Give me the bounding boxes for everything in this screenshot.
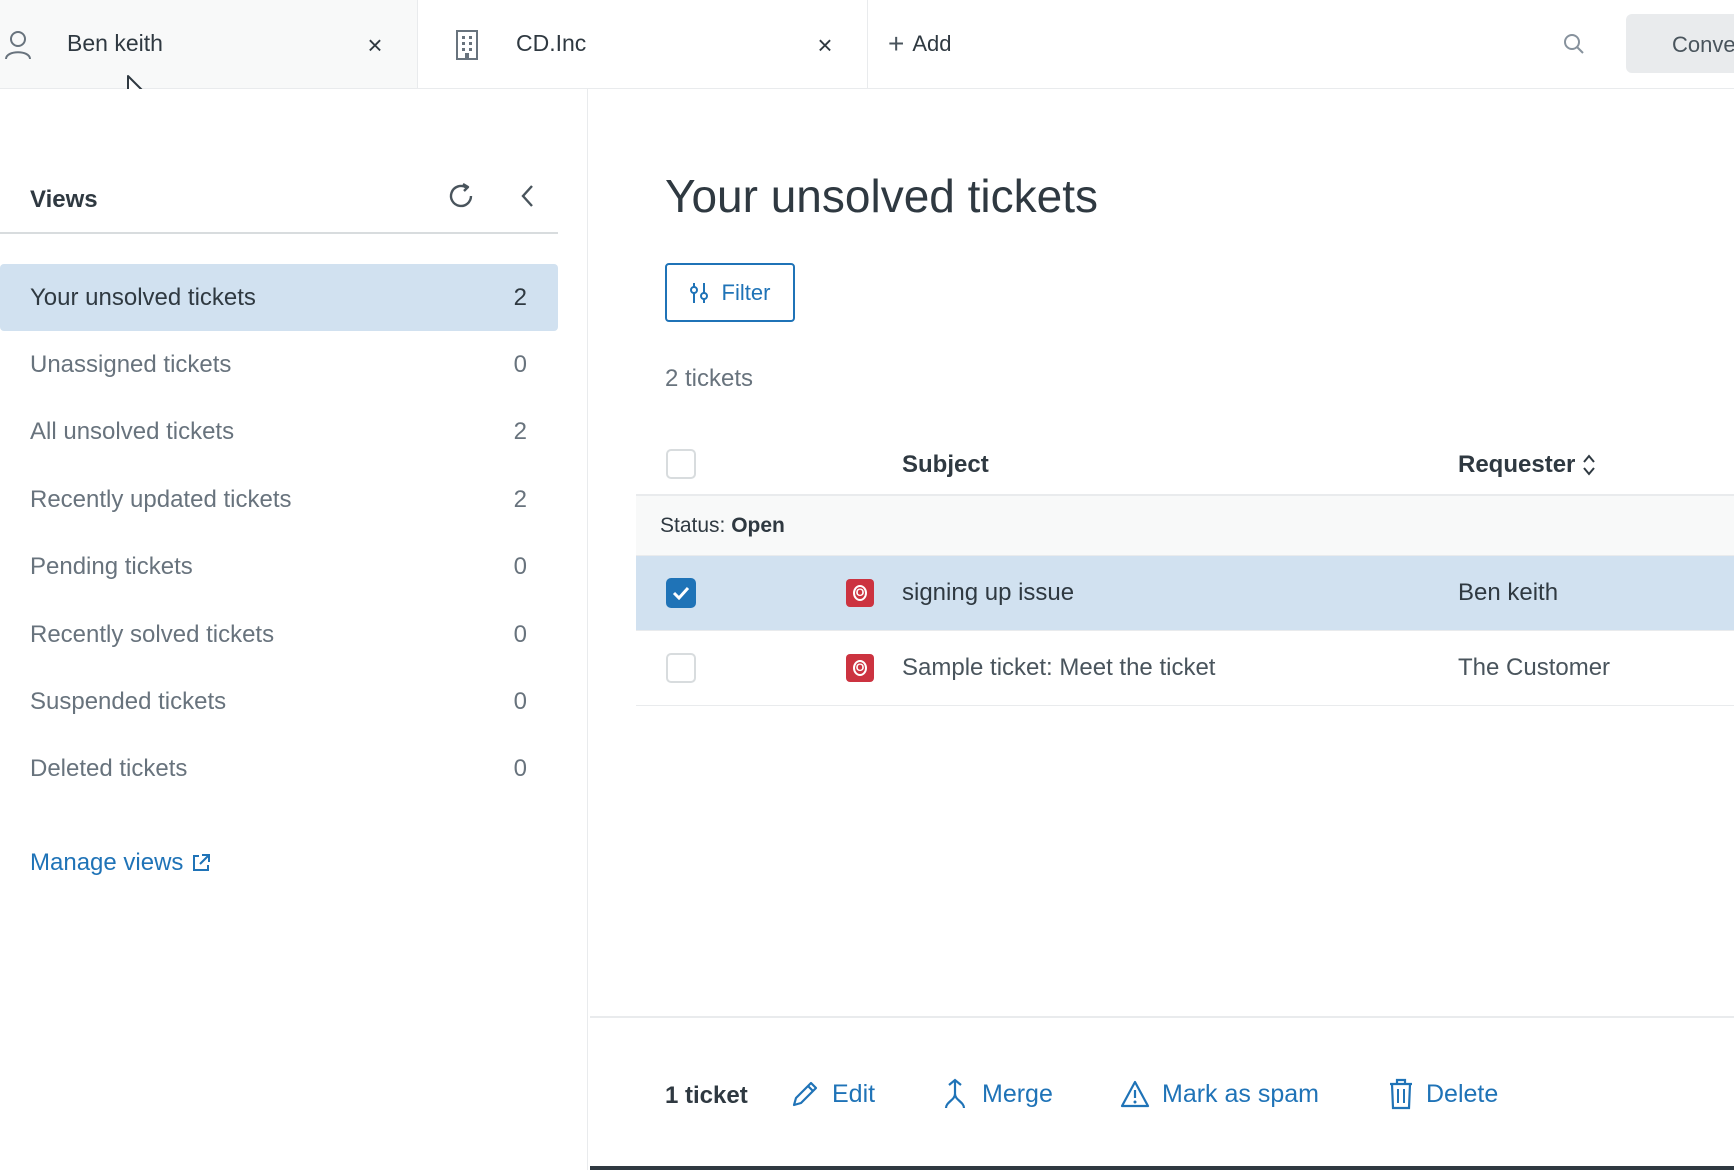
- view-label: Recently solved tickets: [30, 620, 275, 648]
- view-item-all-unsolved[interactable]: All unsolved tickets 2: [0, 399, 558, 466]
- external-link-icon: [193, 854, 211, 871]
- refresh-views-button[interactable]: [442, 177, 480, 215]
- filter-button[interactable]: Filter: [665, 263, 795, 322]
- group-header-status: Status: Open: [636, 496, 1734, 556]
- view-label: Pending tickets: [30, 553, 193, 581]
- views-sidebar: Views Your unsolved tickets 2 Unassigned…: [0, 89, 588, 1170]
- main-panel: Your unsolved tickets Filter 2 tickets S…: [590, 89, 1734, 1170]
- requester-header-label: Requester: [1458, 451, 1576, 478]
- building-icon: [449, 28, 485, 62]
- status-badge: O: [846, 579, 874, 607]
- manage-views-label: Manage views: [30, 849, 184, 876]
- table-row[interactable]: O Sample ticket: Meet the ticket The Cus…: [636, 631, 1734, 706]
- merge-icon: [944, 1078, 966, 1109]
- search-icon: [1564, 34, 1584, 54]
- view-label: Deleted tickets: [30, 755, 188, 783]
- search-button[interactable]: [1556, 26, 1592, 62]
- top-tab-bar: Ben keith × CD.Inc × + Add Conve: [0, 0, 1734, 89]
- column-header-subject[interactable]: Subject: [902, 451, 989, 479]
- sort-icon: [1583, 454, 1596, 476]
- group-label: Status: Open: [660, 514, 785, 538]
- status-letter: O: [853, 660, 867, 676]
- group-value: Open: [731, 514, 785, 537]
- tab-label: Ben keith: [67, 30, 163, 56]
- row-checkbox[interactable]: [666, 578, 696, 608]
- view-count: 0: [513, 351, 527, 379]
- ticket-subject[interactable]: Sample ticket: Meet the ticket: [902, 654, 1215, 682]
- user-icon: [0, 28, 36, 62]
- group-prefix: Status:: [660, 514, 726, 537]
- tab-organization[interactable]: CD.Inc ×: [419, 0, 868, 88]
- manage-views-link[interactable]: Manage views: [30, 849, 211, 877]
- edit-button[interactable]: Edit: [790, 1074, 875, 1114]
- view-item-pending[interactable]: Pending tickets 0: [0, 534, 558, 601]
- view-count: 0: [513, 688, 527, 716]
- view-list: Your unsolved tickets 2 Unassigned ticke…: [0, 264, 558, 803]
- refresh-icon: [449, 182, 473, 208]
- view-label: All unsolved tickets: [30, 418, 235, 446]
- ticket-requester: Ben keith: [1458, 579, 1559, 606]
- merge-label: Merge: [982, 1079, 1053, 1108]
- table-row[interactable]: O signing up issue Ben keith: [636, 556, 1734, 631]
- chevron-left-icon: [521, 185, 533, 207]
- tickets-table: Subject Requester Status: Open O signing…: [636, 427, 1734, 706]
- bulk-actions-bar: 1 ticket Edit Merge Mark as spam Delete: [590, 1016, 1734, 1170]
- filter-sliders-icon: [689, 282, 708, 303]
- view-item-unassigned[interactable]: Unassigned tickets 0: [0, 331, 558, 398]
- view-item-suspended[interactable]: Suspended tickets 0: [0, 668, 558, 735]
- filter-label: Filter: [721, 279, 771, 305]
- collapse-sidebar-button[interactable]: [510, 177, 546, 215]
- tab-label: CD.Inc: [516, 30, 587, 56]
- view-item-your-unsolved[interactable]: Your unsolved tickets 2: [0, 264, 558, 332]
- trash-icon: [1390, 1078, 1412, 1110]
- column-header-requester[interactable]: Requester: [1458, 451, 1597, 479]
- view-count: 2: [513, 283, 527, 311]
- view-label: Suspended tickets: [30, 688, 227, 716]
- view-count: 0: [513, 755, 527, 783]
- table-header: Subject Requester: [636, 427, 1734, 496]
- delete-button[interactable]: Delete: [1388, 1074, 1498, 1114]
- merge-button[interactable]: Merge: [940, 1074, 1053, 1114]
- tab-user[interactable]: Ben keith ×: [0, 0, 418, 88]
- add-tab-button[interactable]: + Add: [888, 26, 952, 62]
- views-title: Views: [30, 186, 98, 213]
- row-checkbox[interactable]: [666, 653, 696, 683]
- plus-icon: +: [888, 28, 905, 59]
- view-label: Recently updated tickets: [30, 485, 292, 513]
- divider: [0, 232, 558, 234]
- mark-as-spam-button[interactable]: Mark as spam: [1120, 1074, 1319, 1114]
- window-bottom-edge: [590, 1166, 1734, 1170]
- warning-icon: [1120, 1080, 1150, 1108]
- checkmark-icon: [672, 586, 690, 600]
- view-item-recently-solved[interactable]: Recently solved tickets 0: [0, 601, 558, 668]
- spam-label: Mark as spam: [1162, 1079, 1319, 1108]
- page-title: Your unsolved tickets: [665, 170, 1099, 222]
- view-count: 0: [513, 620, 527, 648]
- pencil-icon: [792, 1081, 818, 1107]
- edit-label: Edit: [832, 1079, 876, 1108]
- view-count: 2: [513, 485, 527, 513]
- close-icon[interactable]: ×: [808, 28, 842, 62]
- ticket-count: 2 tickets: [665, 365, 754, 392]
- view-count: 2: [513, 418, 527, 446]
- add-label: Add: [912, 31, 952, 56]
- delete-label: Delete: [1426, 1079, 1499, 1108]
- status-letter: O: [853, 585, 867, 601]
- close-icon[interactable]: ×: [358, 28, 392, 62]
- view-item-recently-updated[interactable]: Recently updated tickets 2: [0, 466, 558, 533]
- status-badge: O: [846, 654, 874, 682]
- view-count: 0: [513, 553, 527, 581]
- view-item-deleted[interactable]: Deleted tickets 0: [0, 736, 558, 803]
- view-label: Unassigned tickets: [30, 351, 232, 379]
- selected-count: 1 ticket: [665, 1082, 748, 1109]
- ticket-requester: The Customer: [1458, 654, 1611, 681]
- conversations-button[interactable]: Conve: [1626, 14, 1734, 73]
- view-label: Your unsolved tickets: [30, 283, 256, 311]
- ticket-subject[interactable]: signing up issue: [902, 579, 1074, 607]
- select-all-checkbox[interactable]: [666, 449, 696, 479]
